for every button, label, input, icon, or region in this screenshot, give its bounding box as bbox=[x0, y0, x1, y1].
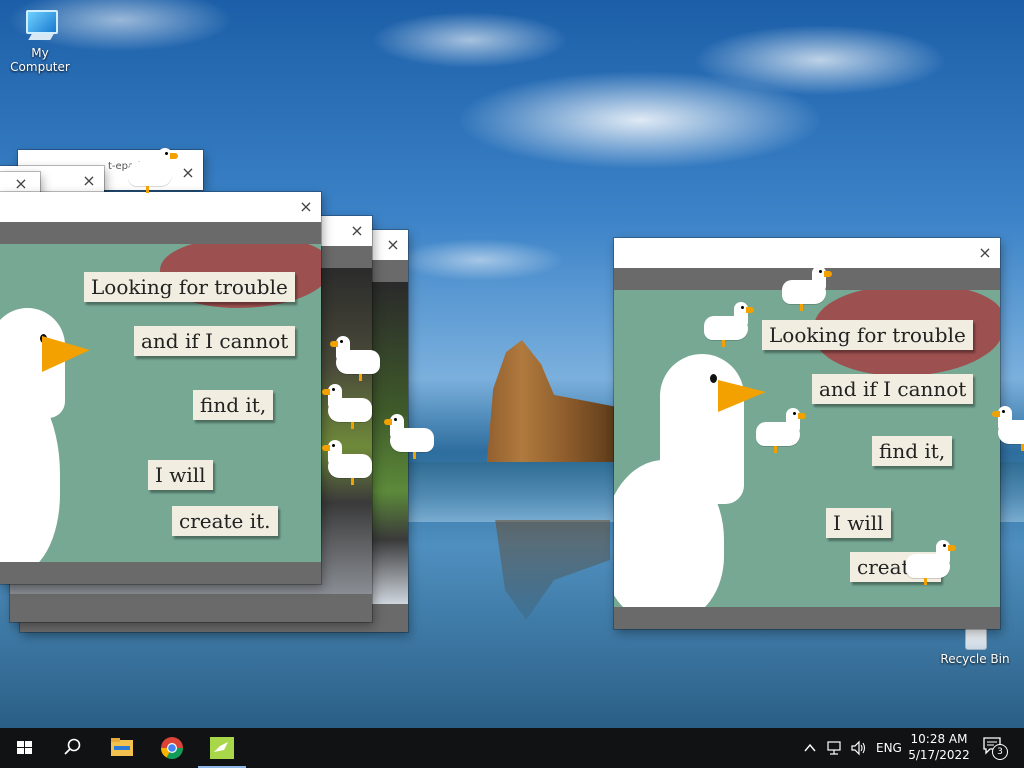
search-icon bbox=[64, 738, 81, 755]
desktop-wallpaper: My Computer Recycle Bin t-epad × × × × ×… bbox=[0, 0, 1024, 728]
action-center-button[interactable]: 3 bbox=[982, 736, 1010, 760]
close-icon[interactable]: × bbox=[12, 175, 30, 193]
poster-line: find it, bbox=[872, 436, 953, 466]
search-button[interactable] bbox=[48, 728, 96, 768]
poster-line: I will bbox=[148, 460, 213, 490]
desktop-icon-label: My Computer bbox=[10, 46, 70, 74]
goose-sprite[interactable] bbox=[782, 266, 832, 311]
taskbar: ENG 10:28 AM 5/17/2022 3 bbox=[0, 728, 1024, 768]
computer-icon bbox=[20, 10, 60, 44]
desktop-icon-my-computer[interactable]: My Computer bbox=[0, 10, 80, 74]
goose-sprite[interactable] bbox=[906, 540, 956, 585]
close-icon[interactable]: × bbox=[297, 198, 315, 216]
close-icon[interactable]: × bbox=[179, 164, 197, 182]
goose-beak bbox=[42, 336, 90, 372]
poster-line: and if I cannot bbox=[812, 374, 974, 404]
clock[interactable]: 10:28 AM 5/17/2022 bbox=[904, 731, 974, 763]
clock-time: 10:28 AM bbox=[910, 732, 968, 746]
poster-line: Looking for trouble bbox=[84, 272, 295, 302]
poster-line: Looking for trouble bbox=[762, 320, 973, 350]
file-explorer-button[interactable] bbox=[98, 728, 146, 768]
wallpaper-reflection bbox=[495, 520, 610, 620]
goose-sprite[interactable] bbox=[384, 414, 434, 459]
poster-line: I will bbox=[826, 508, 891, 538]
language-indicator[interactable]: ENG bbox=[876, 741, 902, 755]
chevron-up-icon[interactable] bbox=[802, 740, 818, 756]
file-explorer-icon bbox=[111, 738, 133, 756]
start-button[interactable] bbox=[0, 728, 48, 768]
poster-line: create it. bbox=[172, 506, 278, 536]
volume-icon[interactable] bbox=[850, 740, 868, 756]
clock-date: 5/17/2022 bbox=[908, 748, 970, 762]
poster-line: and if I cannot bbox=[134, 326, 296, 356]
goose-poster: Looking for trouble and if I cannot find… bbox=[0, 244, 321, 562]
goose-sprite[interactable] bbox=[322, 440, 372, 485]
goose-sprite[interactable] bbox=[992, 406, 1024, 451]
poster-line: find it, bbox=[193, 390, 274, 420]
close-icon[interactable]: × bbox=[384, 236, 402, 254]
close-icon[interactable]: × bbox=[976, 244, 994, 262]
wallpaper-rock bbox=[486, 340, 618, 462]
goose-sprite[interactable] bbox=[330, 336, 380, 381]
goose-eye bbox=[710, 374, 717, 383]
network-icon[interactable] bbox=[826, 740, 844, 756]
goose-sprite[interactable] bbox=[756, 408, 806, 453]
close-icon[interactable]: × bbox=[80, 172, 98, 190]
window-poster-left[interactable]: × Looking for trouble and if I cannot fi… bbox=[0, 192, 321, 584]
chrome-button[interactable] bbox=[148, 728, 196, 768]
chrome-icon bbox=[161, 737, 183, 759]
goose-sprite[interactable] bbox=[128, 148, 178, 193]
close-icon[interactable]: × bbox=[348, 222, 366, 240]
windows-start-icon bbox=[17, 741, 32, 754]
desktop-icon-label: Recycle Bin bbox=[940, 652, 1010, 666]
goose-sprite[interactable] bbox=[704, 302, 754, 347]
goose-neck bbox=[660, 354, 744, 504]
notepad-icon bbox=[210, 737, 234, 759]
goose-sprite[interactable] bbox=[322, 384, 372, 429]
notification-count-badge: 3 bbox=[992, 744, 1008, 760]
notepad-taskbar-button[interactable] bbox=[198, 728, 246, 768]
